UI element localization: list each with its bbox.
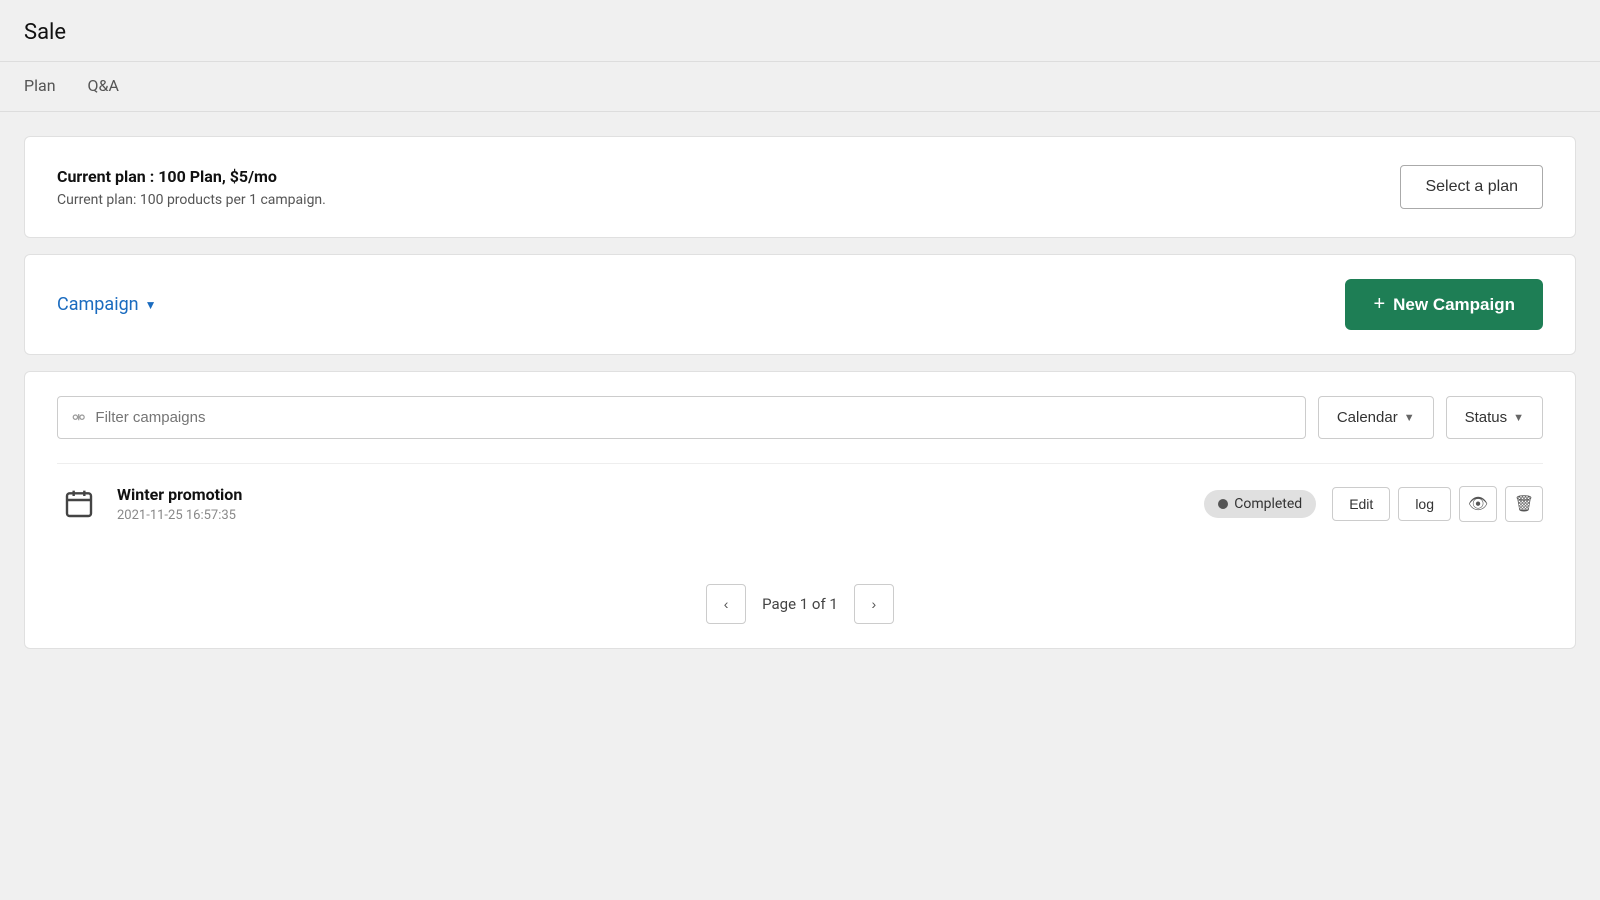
trash-icon: 🗑 bbox=[1514, 494, 1534, 514]
select-plan-button[interactable]: Select a plan bbox=[1400, 165, 1543, 209]
plus-icon: + bbox=[1373, 293, 1385, 316]
chevron-left-icon: ‹ bbox=[724, 596, 729, 612]
filter-row: ⚮ Calendar ▼ Status ▼ bbox=[57, 396, 1543, 439]
campaign-items-list: Winter promotion 2021-11-25 16:57:35 Com… bbox=[57, 463, 1543, 544]
plan-info: Current plan : 100 Plan, $5/mo Current p… bbox=[57, 167, 326, 208]
calendar-filter-button[interactable]: Calendar ▼ bbox=[1318, 396, 1434, 439]
campaign-chevron-icon: ▼ bbox=[145, 298, 157, 312]
status-dot-icon bbox=[1218, 499, 1228, 509]
prev-page-button[interactable]: ‹ bbox=[706, 584, 746, 624]
calendar-chevron-icon: ▼ bbox=[1404, 412, 1415, 424]
new-campaign-label: New Campaign bbox=[1393, 295, 1515, 315]
campaign-date: 2021-11-25 16:57:35 bbox=[117, 508, 1204, 523]
plan-card: Current plan : 100 Plan, $5/mo Current p… bbox=[24, 136, 1576, 238]
status-chevron-icon: ▼ bbox=[1513, 412, 1524, 424]
table-row: Winter promotion 2021-11-25 16:57:35 Com… bbox=[57, 463, 1543, 544]
view-button[interactable]: 👁 bbox=[1459, 486, 1497, 522]
next-page-button[interactable]: › bbox=[854, 584, 894, 624]
campaign-label-text: Campaign bbox=[57, 294, 139, 315]
search-input[interactable] bbox=[95, 397, 1290, 438]
status-filter-label: Status bbox=[1465, 409, 1508, 426]
page-info: Page 1 of 1 bbox=[754, 595, 846, 613]
status-label: Completed bbox=[1234, 496, 1302, 512]
edit-button[interactable]: Edit bbox=[1332, 487, 1390, 521]
campaign-name: Winter promotion bbox=[117, 485, 1204, 504]
calendar-icon bbox=[63, 488, 95, 520]
delete-button[interactable]: 🗑 bbox=[1505, 486, 1543, 522]
campaign-info: Winter promotion 2021-11-25 16:57:35 bbox=[117, 485, 1204, 523]
tabs-bar: Plan Q&A bbox=[0, 62, 1600, 112]
campaign-label[interactable]: Campaign ▼ bbox=[57, 294, 157, 315]
main-content: Current plan : 100 Plan, $5/mo Current p… bbox=[0, 112, 1600, 673]
campaign-icon bbox=[57, 482, 101, 526]
log-button[interactable]: log bbox=[1398, 487, 1451, 521]
plan-desc: Current plan: 100 products per 1 campaig… bbox=[57, 192, 326, 208]
campaign-header-card: Campaign ▼ + New Campaign bbox=[24, 254, 1576, 355]
chevron-right-icon: › bbox=[872, 596, 877, 612]
plan-title: Current plan : 100 Plan, $5/mo bbox=[57, 167, 326, 186]
pagination: ‹ Page 1 of 1 › bbox=[57, 568, 1543, 624]
tab-qna[interactable]: Q&A bbox=[88, 62, 119, 111]
tab-plan[interactable]: Plan bbox=[24, 62, 56, 111]
new-campaign-button[interactable]: + New Campaign bbox=[1345, 279, 1543, 330]
eye-icon: 👁 bbox=[1468, 494, 1488, 514]
page-title: Sale bbox=[0, 0, 1600, 61]
status-filter-button[interactable]: Status ▼ bbox=[1446, 396, 1543, 439]
campaign-list-card: ⚮ Calendar ▼ Status ▼ bbox=[24, 371, 1576, 649]
search-icon: ⚮ bbox=[72, 408, 85, 427]
search-wrapper: ⚮ bbox=[57, 396, 1306, 439]
calendar-filter-label: Calendar bbox=[1337, 409, 1398, 426]
campaign-actions: Completed Edit log 👁 🗑 bbox=[1204, 486, 1543, 522]
status-badge: Completed bbox=[1204, 490, 1316, 518]
